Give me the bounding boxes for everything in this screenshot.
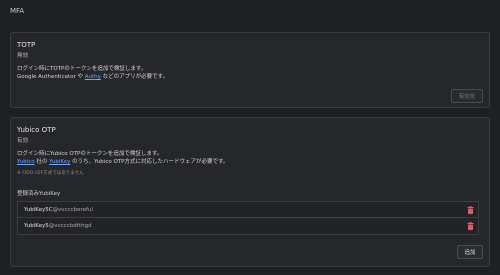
registered-yubikey-label: 登録済みYubiKey: [17, 191, 61, 197]
totp-status: 無効: [17, 53, 29, 59]
yubico-otp-panel: Yubico OTP 有効 ログイン時にYubico OTPのトークンを追加で検…: [10, 117, 490, 267]
yubikey-id: @vvcccbereful: [52, 206, 93, 213]
yubikey-list-item: YubiKey5 @vvcccbdtthgd: [17, 218, 479, 235]
totp-panel: TOTP 無効 ログイン時にTOTPのトークンを追加で検証します。 Google…: [10, 32, 490, 108]
yubico-description-line1: ログイン時にYubico OTPのトークンを追加で検証します。: [17, 151, 163, 157]
trash-icon[interactable]: [467, 222, 474, 230]
add-yubikey-button[interactable]: 追加: [457, 245, 483, 259]
yubico-title: Yubico OTP: [17, 126, 56, 134]
totp-title: TOTP: [17, 41, 36, 49]
yubikey-link[interactable]: YubiKey: [49, 159, 70, 165]
yubico-desc-suffix: のうち、Yubico OTP方式に対応したハードウェアが必要です。: [70, 159, 229, 165]
yubikey-list: YubiKey5C @vvcccbereful YubiKey5 @vvcccbdt…: [17, 201, 479, 235]
totp-desc-suffix: などのアプリが必要です。: [100, 74, 169, 80]
yubikey-list-item: YubiKey5C @vvcccbereful: [17, 201, 479, 218]
yubikey-name: YubiKey5: [24, 223, 49, 229]
authy-link[interactable]: Authy: [85, 74, 101, 80]
yubico-link[interactable]: Yubico: [17, 159, 35, 165]
trash-icon[interactable]: [467, 206, 474, 214]
totp-description-line1: ログイン時にTOTPのトークンを追加で検証します。: [17, 66, 147, 72]
yubikey-name: YubiKey5C: [24, 206, 53, 213]
yubico-description-line2: Yubico 社の YubiKey のうち、Yubico OTP方式に対応したハ…: [17, 158, 228, 166]
fido-note: ※ FIDO U2F方式ではありません: [17, 171, 84, 176]
yubico-status: 有効: [17, 138, 29, 144]
totp-enable-button[interactable]: 有効化: [451, 89, 483, 103]
yubico-desc-mid: 社の: [34, 159, 50, 165]
page-title: MFA: [10, 7, 25, 15]
yubikey-id: @vvcccbdtthgd: [48, 223, 92, 229]
totp-description-line2: Google Authenticator や Authy などのアプリが必要です…: [17, 73, 168, 81]
totp-desc-prefix: Google Authenticator や: [17, 74, 85, 80]
